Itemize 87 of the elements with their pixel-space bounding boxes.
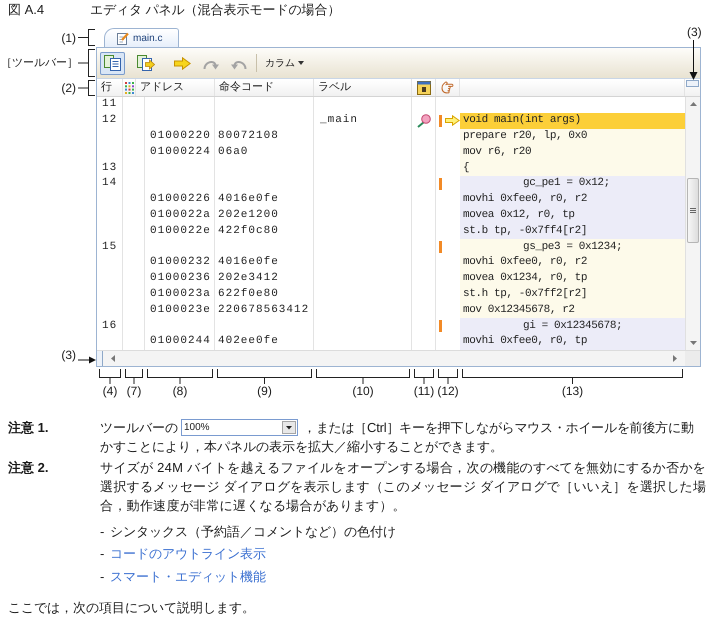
address-text: 0100022a xyxy=(150,210,211,221)
address-text: 0100023a xyxy=(150,288,211,300)
opcode-text: 4016e0fe xyxy=(218,194,279,206)
list-dash: - xyxy=(100,522,106,540)
figure-title: エディタ パネル（混合表示モードの場合） xyxy=(90,1,341,20)
scroll-left-icon[interactable] xyxy=(111,355,115,362)
column-menu-button[interactable]: カラム xyxy=(263,53,306,73)
note-label: 注意 2. xyxy=(8,459,50,477)
note-text: サイズが 24M バイトを越えるファイルをオープンする場合，次の機能のすべてを無効にするか否かを選択するメッセージ ダイアログを表示します（このメッセージ ダイアログで［いいえ］を選択した場合，動作速度が非常に遅くなる場合があります）。 xyxy=(100,459,708,515)
opcode-text: 80072108 xyxy=(218,130,279,142)
horizontal-scrollbar[interactable] xyxy=(103,351,685,366)
scrollbar-corner xyxy=(685,351,700,366)
line-number: 15 xyxy=(102,242,118,253)
column-header[interactable]: ラベル xyxy=(318,79,351,96)
column-bracket xyxy=(125,369,143,384)
document-pencil-icon xyxy=(117,32,129,44)
callout-label: (8) xyxy=(172,384,188,398)
scrollbar-thumb[interactable] xyxy=(687,178,699,243)
toolbar-button[interactable] xyxy=(100,52,125,74)
callout-label: ［ツールバー］ xyxy=(1,56,78,71)
hand-pointer-icon xyxy=(441,81,454,94)
list-dash: - xyxy=(100,568,106,586)
list-item-text: シンタックス（予約語／コメントなど）の色付け xyxy=(110,522,396,540)
link[interactable]: スマート・エディット機能 xyxy=(110,566,266,586)
column-bracket xyxy=(414,369,434,384)
column-bracket xyxy=(438,369,458,384)
note-text: ，または［Ctrl］キーを押下しながらマウス・ホイールを前後方に動 xyxy=(303,418,694,437)
address-text: 01000232 xyxy=(150,257,211,268)
address-text: 01000226 xyxy=(150,194,211,206)
callout-label: (11) xyxy=(414,384,434,398)
scroll-right-icon[interactable] xyxy=(673,355,677,362)
address-text: 0100022e xyxy=(150,226,211,237)
line-number: 14 xyxy=(102,178,118,190)
column-bracket xyxy=(147,369,213,384)
scroll-down-icon[interactable] xyxy=(690,341,696,345)
note-label: 注意 1. xyxy=(8,419,50,437)
window-icon xyxy=(416,80,430,94)
address-text: 01000224 xyxy=(150,146,211,158)
address-text: 01000244 xyxy=(150,336,211,348)
opcode-text: 402ee0fe xyxy=(218,336,279,348)
callout-label: (3) xyxy=(687,25,702,39)
zoom-dropdown[interactable]: 100% xyxy=(181,419,298,436)
scroll-up-icon[interactable] xyxy=(690,102,696,106)
address-text: 01000220 xyxy=(150,130,211,142)
grid-icon xyxy=(124,82,134,94)
label-text: _main xyxy=(320,115,358,126)
list-dash: - xyxy=(100,545,106,563)
callout-arrow xyxy=(78,356,96,364)
body-text: ここでは，次の項目について説明します。 xyxy=(8,598,256,616)
opcode-text: 202e1200 xyxy=(218,210,279,221)
opcode-text: 220678563412 xyxy=(218,304,310,316)
caret-down-icon xyxy=(298,61,304,65)
opcode-text: 422f0c80 xyxy=(218,226,279,237)
opcode-text: 622f0e80 xyxy=(218,288,279,300)
link[interactable]: コードのアウトライン表示 xyxy=(110,544,266,564)
line-number: 12 xyxy=(102,115,118,126)
column-header[interactable]: 行 xyxy=(101,79,112,96)
note-text: ツールバーの xyxy=(100,418,178,437)
column-bracket xyxy=(99,369,121,384)
grip-icon xyxy=(690,208,696,213)
callout-arrow xyxy=(689,40,698,80)
vertical-scrollbar[interactable] xyxy=(685,97,700,350)
caret-down-icon[interactable] xyxy=(282,421,296,434)
file-tab[interactable]: main.c xyxy=(104,28,180,47)
callout-label: (1) xyxy=(61,30,76,46)
line-number: 13 xyxy=(102,162,118,174)
line-number: 16 xyxy=(102,320,118,332)
opcode-text: 06a0 xyxy=(218,146,248,158)
splitter-handle[interactable] xyxy=(97,351,103,366)
column-header[interactable]: 命令コード xyxy=(219,79,274,96)
callout-label: (4) xyxy=(102,384,118,398)
figure-number: 図 A.4 xyxy=(8,1,46,20)
callout-label: (10) xyxy=(352,384,374,398)
opcode-text: 4016e0fe xyxy=(218,257,279,268)
note-text: かすことにより，本パネルの表示を拡大／縮小することができます。 xyxy=(100,438,504,456)
callout-label: (3) xyxy=(61,347,76,364)
callout-label: (9) xyxy=(257,384,272,398)
callout-label: (7) xyxy=(126,384,142,398)
callout-label: (13) xyxy=(562,384,584,398)
splitter-handle[interactable] xyxy=(686,80,699,87)
address-text: 01000236 xyxy=(150,273,211,284)
callout-label: (12) xyxy=(437,384,459,398)
line-number: 11 xyxy=(102,99,118,110)
column-header[interactable]: アドレス xyxy=(140,79,184,96)
address-text: 0100023e xyxy=(150,304,211,316)
opcode-text: 202e3412 xyxy=(218,273,279,284)
callout-label: (2) xyxy=(61,80,76,97)
